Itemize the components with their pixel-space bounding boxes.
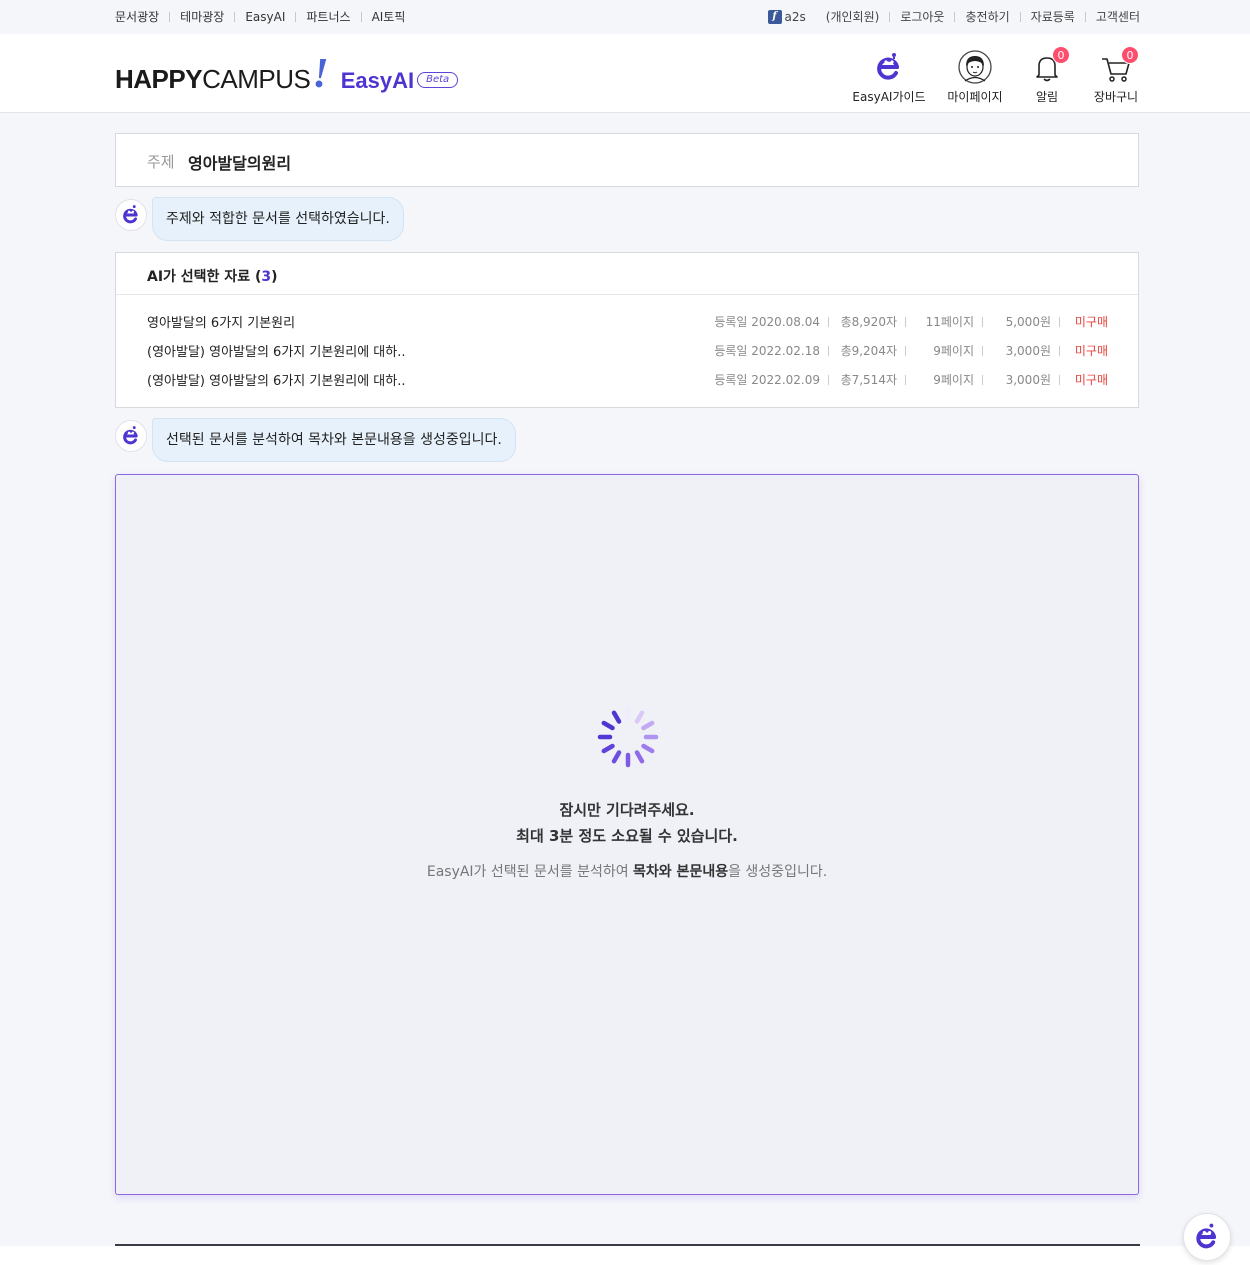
document-date: 등록일 2022.02.09 xyxy=(714,373,820,387)
purchase-status: 미구매 xyxy=(1074,344,1108,358)
bell-icon: 0 xyxy=(1030,46,1070,84)
alarm-button[interactable]: 0 알림 xyxy=(1027,46,1070,105)
easyai-bot-icon xyxy=(872,50,906,84)
document-pages: 9페이지 xyxy=(933,373,974,387)
document-chars: 총9,204자 xyxy=(840,344,897,358)
topic-box: 주제 영아발달의원리 xyxy=(115,133,1139,187)
chat-bubble-selected: 주제와 적합한 문서를 선택하였습니다. xyxy=(152,197,404,241)
site-header: HAPPY CAMPUS ! EasyAI Beta EasyAI가이드 마이페… xyxy=(0,34,1250,113)
document-row[interactable]: (영아발달) 영아발달의 6가지 기본원리에 대하.. 등록일 2022.02.… xyxy=(116,339,1138,361)
util-link-docs[interactable]: 문서광장 xyxy=(115,8,159,25)
topic-label: 주제 xyxy=(147,153,175,171)
member-type: (개인회원) xyxy=(825,10,880,24)
easyai-bot-avatar xyxy=(115,420,147,452)
divider xyxy=(954,11,956,22)
divider xyxy=(360,11,362,22)
cart-label: 장바구니 xyxy=(1093,90,1139,104)
easyai-bot-avatar xyxy=(115,199,147,231)
document-chars: 총7,514자 xyxy=(840,373,897,387)
generating-description: EasyAI가 선택된 문서를 분석하여 목차와 본문내용을 생성중입니다. xyxy=(426,864,828,880)
easyai-bot-icon xyxy=(1196,1223,1217,1249)
utility-nav-left: 문서광장 테마광장 EasyAI 파트너스 AI토픽 xyxy=(115,8,405,25)
easyai-bot-icon xyxy=(123,426,138,445)
utility-nav-right: f a2s (개인회원) 로그아웃 충전하기 자료등록 고객센터 xyxy=(767,8,1140,25)
document-row[interactable]: 영아발달의 6가지 기본원리 등록일 2020.08.04 총8,920자 11… xyxy=(116,310,1138,332)
document-price: 5,000원 xyxy=(1005,315,1051,329)
beta-badge: Beta xyxy=(417,72,459,88)
divider xyxy=(1019,11,1021,22)
divider xyxy=(169,11,171,22)
logout-link[interactable]: 로그아웃 xyxy=(900,8,944,25)
document-price: 3,000원 xyxy=(1005,373,1051,387)
util-link-easyai[interactable]: EasyAI xyxy=(245,10,285,24)
document-row[interactable]: (영아발달) 영아발달의 6가지 기본원리에 대하.. 등록일 2022.02.… xyxy=(116,368,1138,390)
easyai-guide-button[interactable]: EasyAI가이드 xyxy=(852,50,926,105)
easyai-bot-icon xyxy=(123,205,138,224)
document-pages: 11페이지 xyxy=(925,315,974,329)
mypage-button[interactable]: 마이페이지 xyxy=(943,50,1007,105)
selected-documents-title: AI가 선택한 자료 (3) xyxy=(147,269,278,285)
document-title[interactable]: (영아발달) 영아발달의 6가지 기본원리에 대하.. xyxy=(147,370,406,389)
generation-panel: 잠시만 기다려주세요. 최대 3분 정도 소요될 수 있습니다. EasyAI가… xyxy=(115,474,1139,1195)
util-link-aitopic[interactable]: AI토픽 xyxy=(372,8,406,25)
document-pages: 9페이지 xyxy=(933,344,974,358)
document-date: 등록일 2020.08.04 xyxy=(714,315,820,329)
wait-message: 잠시만 기다려주세요. xyxy=(559,801,695,819)
divider xyxy=(1084,11,1086,22)
upload-link[interactable]: 자료등록 xyxy=(1031,8,1075,25)
cart-icon: 0 xyxy=(1099,46,1139,84)
facebook-icon: f xyxy=(767,9,782,24)
divider xyxy=(234,11,236,22)
avatar-icon xyxy=(958,50,992,84)
document-title[interactable]: (영아발달) 영아발달의 6가지 기본원리에 대하.. xyxy=(147,341,406,360)
selected-documents-header: AI가 선택한 자료 (3) xyxy=(116,253,1138,295)
utility-bar: 문서광장 테마광장 EasyAI 파트너스 AI토픽 f a2s (개인회원) … xyxy=(0,0,1250,34)
selected-documents-panel: AI가 선택한 자료 (3) 영아발달의 6가지 기본원리 등록일 2020.0… xyxy=(115,252,1139,408)
document-price: 3,000원 xyxy=(1005,344,1051,358)
user-id[interactable]: a2s xyxy=(785,10,806,24)
cart-button[interactable]: 0 장바구니 xyxy=(1089,46,1143,105)
cart-count-badge: 0 xyxy=(1121,46,1139,64)
document-date: 등록일 2022.02.18 xyxy=(714,344,820,358)
wait-duration-message: 최대 3분 정도 소요될 수 있습니다. xyxy=(516,827,738,845)
happycampus-logo[interactable]: HAPPY CAMPUS ! EasyAI Beta xyxy=(115,48,459,95)
footer xyxy=(0,1246,1250,1265)
loading-spinner-icon xyxy=(597,706,659,768)
document-title[interactable]: 영아발달의 6가지 기본원리 xyxy=(147,312,295,331)
divider xyxy=(889,11,891,22)
purchase-status: 미구매 xyxy=(1074,315,1108,329)
alarm-label: 알림 xyxy=(1035,90,1059,104)
purchase-status: 미구매 xyxy=(1074,373,1108,387)
charge-link[interactable]: 충전하기 xyxy=(965,8,1009,25)
mypage-label: 마이페이지 xyxy=(947,90,1003,104)
topic-value: 영아발달의원리 xyxy=(188,154,292,173)
alarm-count-badge: 0 xyxy=(1052,46,1070,64)
util-link-theme[interactable]: 테마광장 xyxy=(180,8,224,25)
chat-bubble-generating: 선택된 문서를 분석하여 목차와 본문내용을 생성중입니다. xyxy=(152,418,516,462)
divider xyxy=(295,11,297,22)
support-link[interactable]: 고객센터 xyxy=(1096,8,1140,25)
util-link-partners[interactable]: 파트너스 xyxy=(306,8,350,25)
easyai-floating-button[interactable] xyxy=(1183,1213,1231,1261)
document-chars: 총8,920자 xyxy=(840,315,897,329)
selected-count: 3 xyxy=(261,269,272,285)
easyai-guide-label: EasyAI가이드 xyxy=(852,90,926,104)
